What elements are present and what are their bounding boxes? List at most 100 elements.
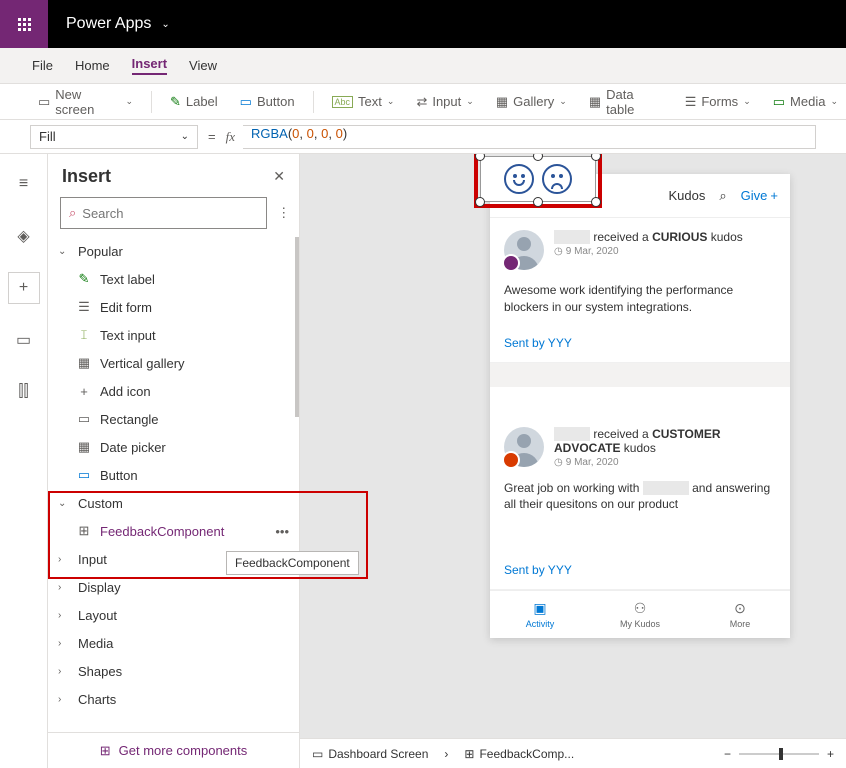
- breadcrumb-screen[interactable]: ▭Dashboard Screen: [312, 747, 428, 761]
- menu-home[interactable]: Home: [75, 58, 110, 73]
- app-preview: Kudos ⌕ Give + xx received a CURIOUS: [490, 174, 790, 638]
- item-vertical-gallery[interactable]: ▦Vertical gallery: [48, 349, 299, 377]
- chevron-down-icon: ⌄: [125, 96, 133, 107]
- resize-handle[interactable]: [533, 197, 543, 207]
- kudos-card[interactable]: xx received a CURIOUS kudos ◷9 Mar, 2020…: [490, 218, 790, 363]
- hamburger-icon[interactable]: ≡: [8, 168, 40, 200]
- chevron-right-icon: ›: [444, 747, 448, 761]
- text-label: Text: [358, 94, 382, 109]
- app-launcher-button[interactable]: [0, 0, 48, 48]
- zoom-out-button[interactable]: −: [724, 747, 731, 761]
- zoom-in-button[interactable]: +: [827, 747, 834, 761]
- label-text: Label: [186, 94, 218, 109]
- search-box[interactable]: ⌕: [60, 197, 267, 229]
- item-rectangle[interactable]: ▭Rectangle: [48, 405, 299, 433]
- formula-input[interactable]: RGBA(0, 0, 0, 0): [243, 125, 816, 149]
- zoom-slider[interactable]: [739, 753, 819, 755]
- item-add-icon[interactable]: + Add icon: [48, 377, 299, 405]
- category-layout[interactable]: ›Layout: [48, 601, 299, 629]
- data-icon[interactable]: ▭: [8, 324, 40, 356]
- scrollbar-thumb[interactable]: [295, 237, 299, 417]
- resize-handle[interactable]: [475, 154, 485, 161]
- sent-by-link[interactable]: Sent by YYY: [504, 563, 776, 577]
- sent-by-link[interactable]: Sent by YYY: [504, 336, 776, 350]
- give-button[interactable]: Give +: [741, 188, 778, 203]
- category-media[interactable]: ›Media: [48, 629, 299, 657]
- item-edit-form[interactable]: ☰Edit form: [48, 293, 299, 321]
- forms-menu[interactable]: ☰ Forms ⌄: [677, 84, 759, 119]
- input-menu[interactable]: ⇄ Input ⌄: [408, 84, 481, 119]
- media-menu[interactable]: ▭ Media ⌄: [765, 84, 846, 119]
- separator: [313, 91, 314, 113]
- resize-handle[interactable]: [591, 197, 601, 207]
- datatable-button[interactable]: ▦ Data table: [581, 84, 671, 119]
- search-input[interactable]: [82, 206, 258, 221]
- resize-handle[interactable]: [533, 154, 543, 161]
- more-icon[interactable]: •••: [275, 524, 289, 539]
- get-more-label: Get more components: [119, 743, 248, 758]
- selected-component-feedback[interactable]: [482, 158, 602, 208]
- more-icon[interactable]: ⋮: [277, 205, 290, 221]
- category-custom[interactable]: ⌄ Custom: [48, 489, 299, 517]
- category-popular[interactable]: ⌄ Popular: [48, 237, 299, 265]
- menu-insert[interactable]: Insert: [132, 56, 167, 75]
- item-button[interactable]: ▭Button: [48, 461, 299, 489]
- app-title: Power Apps: [66, 15, 151, 33]
- item-text-label[interactable]: ✎Text label: [48, 265, 299, 293]
- menu-bar: File Home Insert View: [0, 48, 846, 84]
- form-icon: ☰: [76, 299, 92, 315]
- menu-view[interactable]: View: [189, 58, 217, 73]
- left-rail: ≡ ◈ + ▭ ⫿⫿: [0, 154, 48, 768]
- property-selector[interactable]: Fill ⌄: [30, 125, 198, 149]
- item-text-input[interactable]: 𝙸Text input: [48, 321, 299, 349]
- label-button[interactable]: ✎ Label: [162, 84, 226, 119]
- search-icon[interactable]: ⌕: [719, 188, 726, 204]
- nav-activity[interactable]: ▣Activity: [490, 591, 590, 638]
- item-date-picker[interactable]: ▦Date picker: [48, 433, 299, 461]
- arg-d: 0: [336, 126, 343, 141]
- category-charts[interactable]: ›Charts: [48, 685, 299, 713]
- advanced-icon[interactable]: ⫿⫿: [8, 376, 40, 408]
- insert-tab-button[interactable]: +: [8, 272, 40, 304]
- category-shapes[interactable]: ›Shapes: [48, 657, 299, 685]
- resize-handle[interactable]: [591, 154, 601, 161]
- nav-my-kudos[interactable]: ⚇My Kudos: [590, 591, 690, 638]
- cat-label: Shapes: [78, 664, 122, 679]
- cat-label: Layout: [78, 608, 117, 623]
- new-screen-button[interactable]: ▭ New screen ⌄: [30, 84, 141, 119]
- gallery-label: Gallery: [513, 94, 554, 109]
- chevron-down-icon: ⌄: [181, 131, 189, 142]
- resize-handle[interactable]: [475, 197, 485, 207]
- txt: kudos: [711, 230, 743, 244]
- label-icon: ✎: [170, 94, 181, 110]
- tree-view-icon[interactable]: ◈: [8, 220, 40, 252]
- item-label: FeedbackComponent: [100, 524, 224, 539]
- header-title: Kudos: [669, 188, 706, 203]
- kudos-card[interactable]: xx received a CUSTOMER ADVOCATE kudos ◷9…: [490, 387, 790, 591]
- chevron-down-icon: ⌄: [743, 96, 751, 107]
- zoom-control: − +: [724, 747, 834, 761]
- menu-file[interactable]: File: [32, 58, 53, 73]
- screen-icon: ▭: [312, 747, 323, 761]
- card-heading: xx received a CURIOUS kudos: [554, 230, 743, 244]
- plus-icon: +: [770, 188, 778, 203]
- close-icon[interactable]: ✕: [273, 168, 285, 185]
- get-more-components-button[interactable]: ⊞ Get more components: [48, 732, 299, 768]
- zoom-handle[interactable]: [779, 748, 783, 760]
- breadcrumb-component[interactable]: ⊞FeedbackComp...: [464, 747, 574, 761]
- sad-face-icon: [542, 164, 572, 194]
- canvas[interactable]: Kudos ⌕ Give + xx received a CURIOUS: [300, 154, 846, 768]
- item-label: Text label: [100, 272, 155, 287]
- item-label: Add icon: [100, 384, 151, 399]
- happy-face-icon: [504, 164, 534, 194]
- plus-icon: +: [76, 384, 92, 399]
- category-display[interactable]: ›Display: [48, 573, 299, 601]
- item-feedback-component[interactable]: ⊞ FeedbackComponent •••: [48, 517, 299, 545]
- gallery-menu[interactable]: ▦ Gallery ⌄: [488, 84, 575, 119]
- button-button[interactable]: ▭ Button: [232, 84, 303, 119]
- text-menu[interactable]: Abc Text ⌄: [324, 84, 403, 119]
- app-title-chevron-icon[interactable]: ⌄: [161, 19, 169, 30]
- nav-more[interactable]: ⊙More: [690, 591, 790, 638]
- avatar-wrap: [504, 230, 544, 270]
- formula-bar: Fill ⌄ = fx RGBA(0, 0, 0, 0): [0, 120, 846, 154]
